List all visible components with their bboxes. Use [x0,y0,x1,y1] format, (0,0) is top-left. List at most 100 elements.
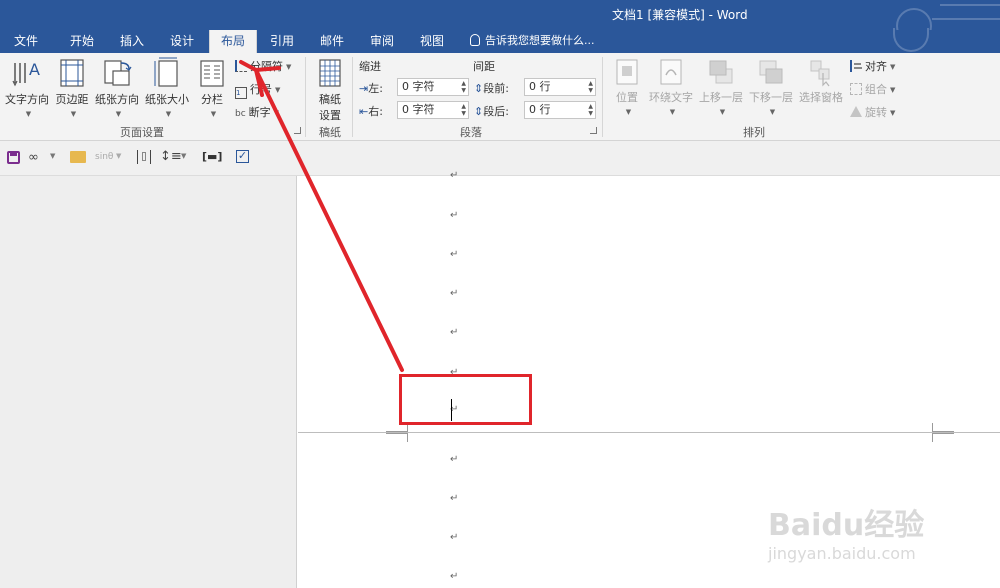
position-button[interactable]: 位置 ▼ [610,57,644,118]
checkbox-icon[interactable]: ✓ [236,150,249,163]
paragraph-group-label: 段落 [460,126,482,139]
tab-design[interactable]: 设计 [162,30,202,53]
column-width-icon[interactable] [137,150,151,164]
wrap-text-label: 环绕文字 [649,91,693,104]
margin-corner-mark [386,433,408,442]
paragraph-mark: ↵ [450,249,459,260]
sin-function-button[interactable]: sinθ [95,152,113,162]
paragraph-mark: ↵ [450,170,459,181]
tab-review[interactable]: 审阅 [362,30,402,53]
lightbulb-icon [470,34,480,46]
group-icon [850,83,862,95]
line-spacing-icon[interactable]: ↕≡ [160,149,182,164]
chevron-down-icon: ▼ [210,110,217,118]
columns-button[interactable]: 分栏 ▼ [196,57,228,120]
paragraph-mark: ↵ [450,532,459,543]
window-title: 文档1 [兼容模式] - Word [612,8,748,22]
spacing-before-input[interactable]: 0 行 ▲ ▼ [524,78,596,96]
tab-home[interactable]: 开始 [62,30,102,53]
indent-left-input[interactable]: 0 字符 ▲ ▼ [397,78,469,96]
ribbon-tabs: 文件 开始 插入 设计 布局 引用 邮件 审阅 视图 告诉我您想要做什么... [0,28,1000,53]
decor-line [940,4,1000,6]
quick-toolbar: ∞ ▼ sinθ ▼ ↕≡ ▼ [▬] ✓ [0,141,1000,176]
watermark-url: jingyan.baidu.com [768,544,916,563]
line-numbers-button[interactable]: 1 行号 ▼ [235,81,280,99]
spinner-arrows-icon[interactable]: ▲ ▼ [588,103,593,117]
folder-icon[interactable] [70,151,86,163]
margin-corner-mark [932,423,954,432]
draft-button-line2: 设置 [319,109,341,122]
tab-mailings[interactable]: 邮件 [312,30,352,53]
margins-icon [60,59,84,87]
save-icon[interactable] [7,151,20,164]
indent-right-input[interactable]: 0 字符 ▲ ▼ [397,101,469,119]
spacing-after-input[interactable]: 0 行 ▲ ▼ [524,101,596,119]
align-button[interactable]: 对齐 ▼ [850,58,895,74]
chevron-down-icon[interactable]: ▼ [50,152,55,160]
arrange-group-label: 排列 [743,126,765,139]
tab-insert[interactable]: 插入 [112,30,152,53]
tab-references[interactable]: 引用 [262,30,302,53]
bring-forward-icon [709,60,733,84]
group-divider [352,57,353,137]
margin-corner-mark [932,433,954,442]
chevron-down-icon: ▼ [890,109,896,117]
tab-view[interactable]: 视图 [412,30,452,53]
breaks-label: 分隔符 [250,60,283,73]
paragraph-mark: ↵ [450,454,459,465]
chevron-down-icon[interactable]: ▼ [181,152,186,160]
draft-group-label: 稿纸 [319,126,341,139]
size-button[interactable]: 纸张大小 ▼ [144,57,190,120]
annotation-highlight-box [399,374,532,425]
chevron-down-icon: ▼ [165,110,172,118]
watermark-brand: Baidu经验 [768,508,925,543]
link-icon[interactable]: ∞ [28,150,39,165]
position-label: 位置 [616,91,638,104]
chevron-down-icon[interactable]: ▼ [116,152,121,160]
draft-settings-button[interactable]: 稿纸 设置 [312,57,348,123]
paragraph-dialog-launcher-icon[interactable] [590,127,597,134]
group-divider [305,57,306,137]
chevron-down-icon: ▼ [275,86,281,94]
tab-file[interactable]: 文件 [6,30,46,53]
bracket-field-icon[interactable]: [▬] [202,150,222,163]
rotate-button[interactable]: 旋转 ▼ [850,104,895,120]
send-backward-label: 下移一层 [749,91,793,104]
group-divider [602,57,603,137]
spacing-after-icon: ⇕ [474,105,484,118]
text-direction-label: 文字方向 [5,93,49,106]
spacing-before-label: ⇕段前: [474,82,509,95]
chevron-down-icon: ▼ [115,110,122,118]
position-icon [616,59,638,85]
tab-layout[interactable]: 布局 [209,30,257,53]
align-icon [850,60,862,72]
spinner-arrows-icon[interactable]: ▲ ▼ [461,80,466,94]
chevron-down-icon: ▼ [286,63,292,71]
spinner-arrows-icon[interactable]: ▲ ▼ [461,103,466,117]
selection-pane-button[interactable]: 选择窗格 [797,57,845,105]
line-numbers-icon: 1 [235,87,247,99]
tell-me-search[interactable]: 告诉我您想要做什么... [470,30,595,53]
wrap-text-button[interactable]: 环绕文字 ▼ [648,57,694,118]
selection-pane-label: 选择窗格 [799,91,843,104]
spacing-after-value: 0 行 [529,103,551,116]
send-backward-button[interactable]: 下移一层 ▼ [748,57,794,118]
group-button[interactable]: 组合 ▼ [850,81,895,97]
margins-button[interactable]: 页边距 ▼ [54,57,90,120]
margins-label: 页边距 [55,93,89,106]
page-setup-dialog-launcher-icon[interactable] [294,127,301,134]
send-backward-icon [759,60,783,84]
spacing-before-value: 0 行 [529,80,551,93]
bring-forward-button[interactable]: 上移一层 ▼ [698,57,744,118]
text-direction-button[interactable]: A 文字方向 ▼ [4,57,50,120]
orientation-button[interactable]: 纸张方向 ▼ [94,57,140,120]
spinner-arrows-icon[interactable]: ▲ ▼ [588,80,593,94]
hyphenation-button[interactable]: bc 断字 ▼ [235,104,279,120]
paragraph-mark: ↵ [450,327,459,338]
spacing-before-icon: ⇕ [474,82,484,95]
paper-size-icon [154,57,178,87]
draft-paper-icon [319,59,341,87]
indent-left-icon: ⇥ [359,82,369,95]
columns-icon [200,60,224,87]
breaks-button[interactable]: 分隔符 ▼ [235,58,291,74]
